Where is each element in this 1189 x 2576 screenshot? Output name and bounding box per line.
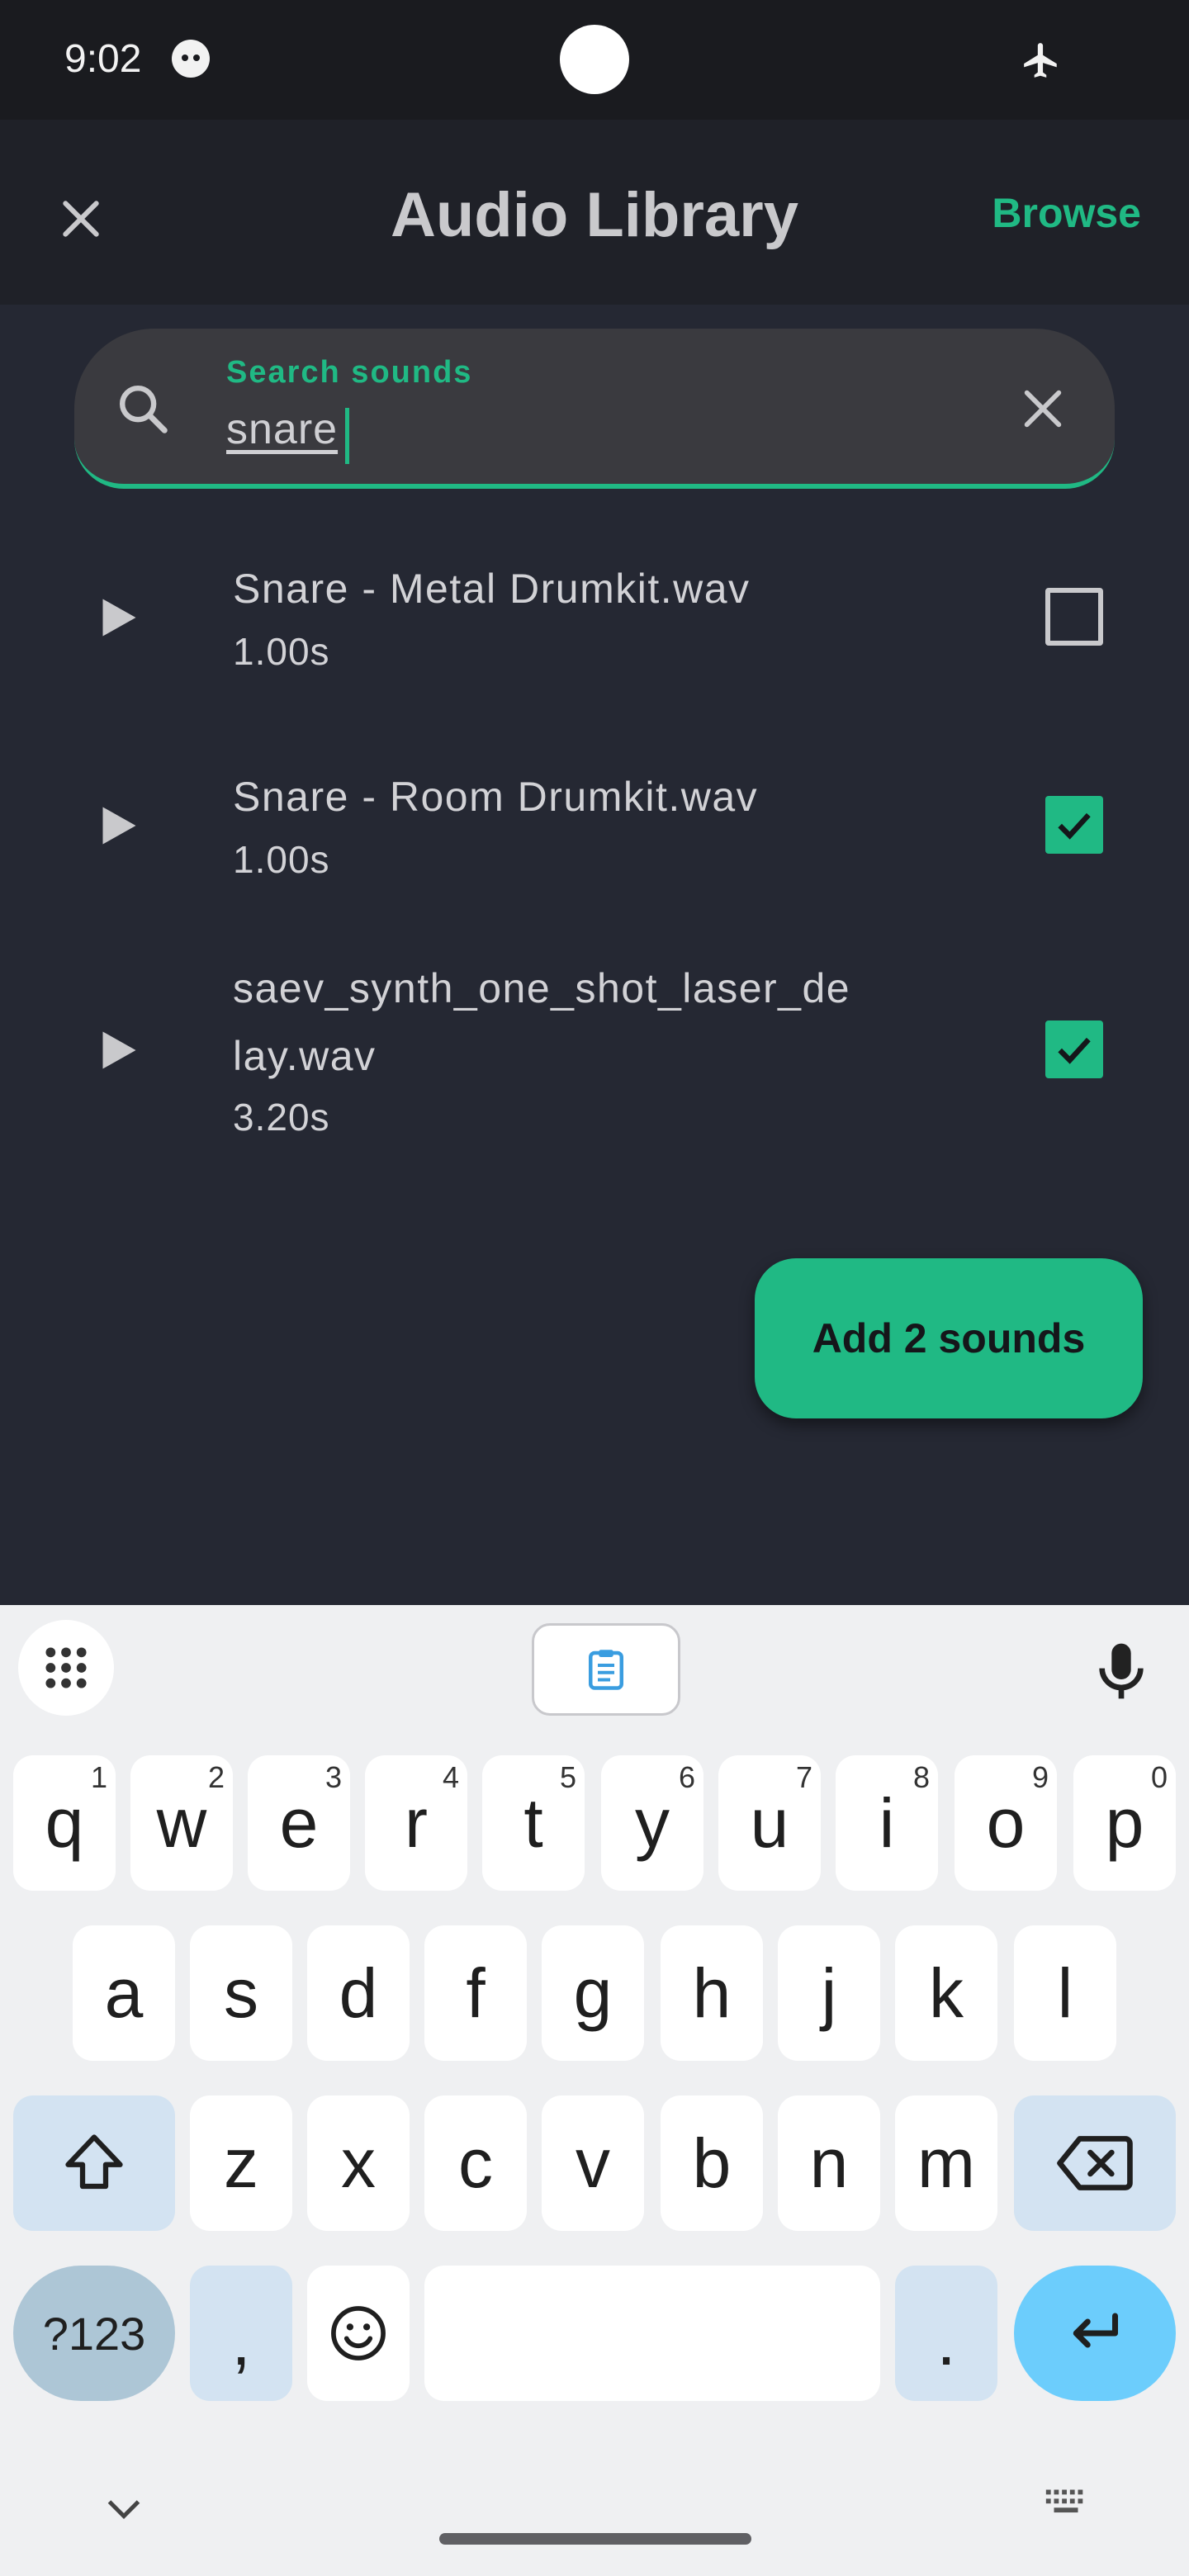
app-bar: Audio Library Browse <box>0 120 1189 305</box>
keyboard-menu-button[interactable] <box>18 1620 114 1716</box>
select-checkbox[interactable] <box>1045 588 1103 646</box>
clipboard-button[interactable] <box>532 1623 680 1716</box>
keyboard-switch-icon[interactable] <box>1042 2485 1090 2518</box>
clipboard-icon <box>589 1650 623 1690</box>
sound-duration: 1.00s <box>233 838 330 881</box>
key-p[interactable]: p0 <box>1073 1755 1176 1891</box>
clear-icon <box>1024 390 1062 428</box>
key-r[interactable]: r4 <box>365 1755 467 1891</box>
key-g[interactable]: g <box>542 1925 644 2061</box>
key-d[interactable]: d <box>307 1925 410 2061</box>
select-checkbox[interactable] <box>1045 1020 1103 1078</box>
key-j[interactable]: j <box>778 1925 880 2061</box>
check-icon <box>1058 812 1091 840</box>
backspace-key[interactable] <box>1014 2095 1176 2231</box>
enter-icon <box>1073 2313 1118 2348</box>
key-e[interactable]: e3 <box>248 1755 350 1891</box>
play-icon[interactable] <box>92 801 142 850</box>
play-icon[interactable] <box>92 1025 142 1075</box>
key-t[interactable]: t5 <box>482 1755 585 1891</box>
sound-duration: 1.00s <box>233 630 330 673</box>
key-h[interactable]: h <box>661 1925 763 2061</box>
sound-duration: 3.20s <box>233 1096 330 1139</box>
sound-name: Snare - Metal Drumkit.wav <box>233 566 751 612</box>
key-l[interactable]: l <box>1014 1925 1116 2061</box>
emoji-icon <box>331 2306 386 2361</box>
notification-icon <box>172 40 210 78</box>
key-b[interactable]: b <box>661 2095 763 2231</box>
key-n[interactable]: n <box>778 2095 880 2231</box>
add-sounds-button[interactable]: Add 2 sounds <box>755 1258 1143 1418</box>
sound-name: saev_synth_one_shot_laser_de lay.wav <box>233 965 851 1079</box>
key-u[interactable]: u7 <box>718 1755 821 1891</box>
space-key[interactable] <box>424 2266 880 2401</box>
status-bar: 9:02 <box>0 0 1189 120</box>
key-q[interactable]: q1 <box>13 1755 116 1891</box>
key-m[interactable]: m <box>895 2095 997 2231</box>
period-key[interactable]: . <box>895 2266 997 2401</box>
key-k[interactable]: k <box>895 1925 997 2061</box>
airplane-mode-icon <box>1024 43 1057 78</box>
soft-keyboard: q1 w2 e3 r4 t5 y6 u7 i8 o9 p0 a s d f g … <box>0 1605 1189 2576</box>
comma-key[interactable]: , <box>190 2266 292 2401</box>
apps-grid-icon <box>45 1647 87 1688</box>
sound-name: Snare - Room Drumkit.wav <box>233 774 759 820</box>
symbols-key[interactable]: ?123 <box>13 2266 175 2401</box>
select-checkbox[interactable] <box>1045 796 1103 854</box>
text-cursor <box>345 408 349 464</box>
search-icon <box>120 386 168 433</box>
key-o[interactable]: o9 <box>955 1755 1057 1891</box>
key-s[interactable]: s <box>190 1925 292 2061</box>
search-field[interactable]: Search sounds snare <box>74 329 1115 489</box>
hide-keyboard-icon[interactable] <box>99 2493 149 2526</box>
search-input[interactable]: snare <box>226 405 338 454</box>
clear-search-button[interactable] <box>1012 378 1073 439</box>
check-icon <box>1058 1037 1091 1064</box>
key-i[interactable]: i8 <box>836 1755 938 1891</box>
enter-key[interactable] <box>1014 2266 1176 2401</box>
close-icon <box>63 201 99 237</box>
key-c[interactable]: c <box>424 2095 527 2231</box>
key-z[interactable]: z <box>190 2095 292 2231</box>
home-indicator[interactable] <box>439 2533 751 2545</box>
camera-cutout <box>560 25 629 94</box>
key-w[interactable]: w2 <box>130 1755 233 1891</box>
status-time: 9:02 <box>64 37 142 81</box>
close-button[interactable] <box>48 186 114 252</box>
emoji-key[interactable] <box>307 2266 410 2401</box>
play-icon[interactable] <box>92 593 142 642</box>
key-y[interactable]: y6 <box>601 1755 703 1891</box>
microphone-icon[interactable] <box>1088 1638 1154 1704</box>
browse-button[interactable]: Browse <box>992 189 1141 237</box>
key-a[interactable]: a <box>73 1925 175 2061</box>
key-x[interactable]: x <box>307 2095 410 2231</box>
shift-key[interactable] <box>13 2095 175 2231</box>
key-v[interactable]: v <box>542 2095 644 2231</box>
search-label: Search sounds <box>226 355 473 390</box>
backspace-icon <box>1057 2136 1133 2190</box>
key-f[interactable]: f <box>424 1925 527 2061</box>
shift-icon <box>65 2134 123 2190</box>
